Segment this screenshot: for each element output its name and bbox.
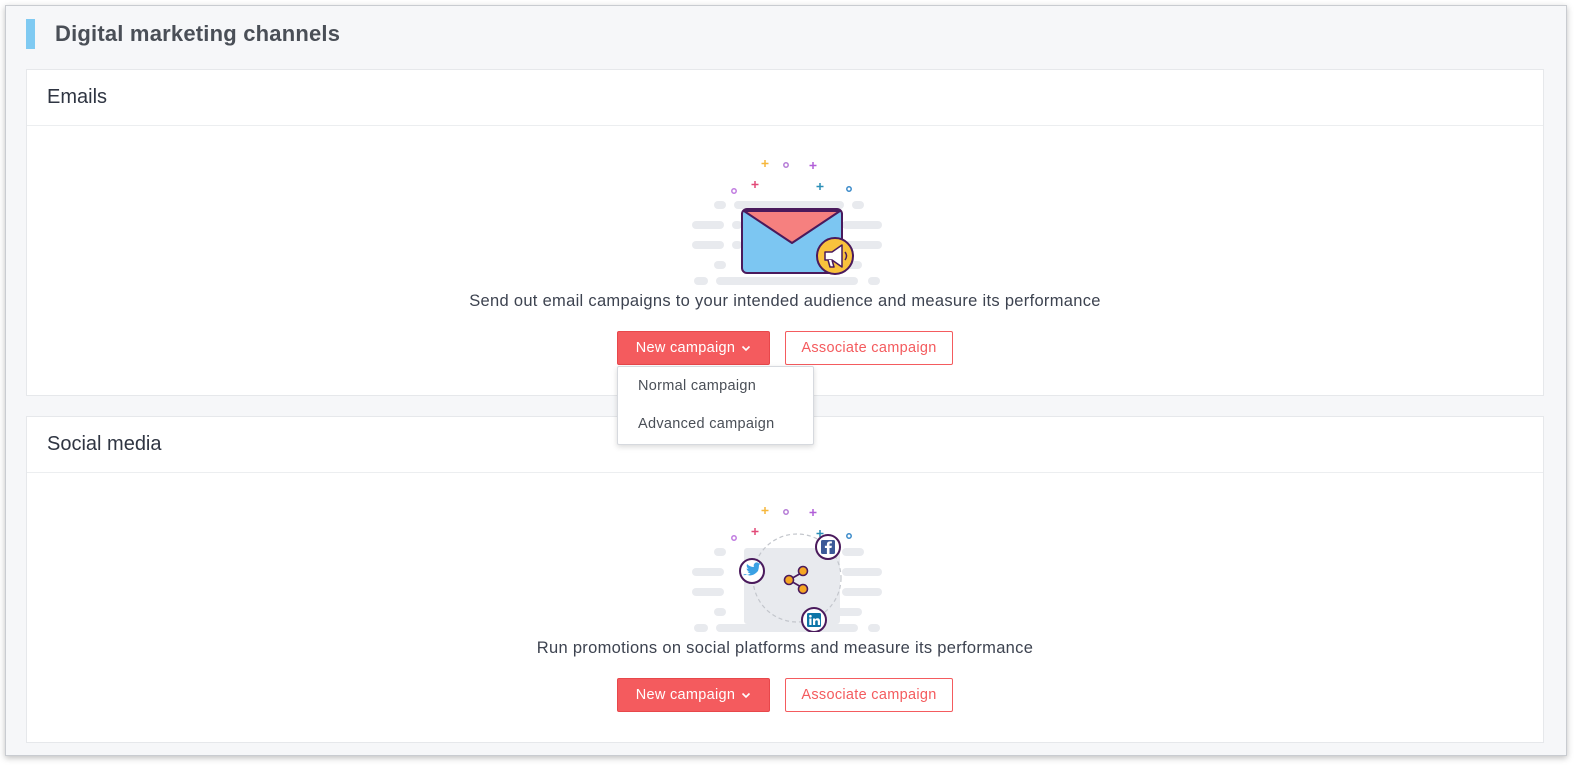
page-title: Digital marketing channels (55, 21, 341, 46)
social-associate-campaign-button[interactable]: Associate campaign (785, 678, 953, 712)
emails-new-campaign-button[interactable]: New campaign (617, 331, 770, 365)
new-campaign-dropdown-menu: Normal campaign Advanced campaign (617, 366, 814, 445)
chevron-down-icon (742, 345, 751, 352)
social-media-card: Social media Run promotions on social pl… (26, 416, 1544, 743)
social-new-campaign-label: New campaign (635, 687, 736, 703)
social-new-campaign-button[interactable]: New campaign (617, 678, 770, 712)
emails-associate-campaign-button[interactable]: Associate campaign (785, 331, 953, 365)
social-actions: New campaign Associate campaign (617, 678, 953, 712)
emails-new-campaign-label: New campaign (635, 340, 736, 356)
email-megaphone-illustration-icon (692, 160, 882, 285)
social-description: Run promotions on social platforms and m… (536, 639, 1034, 657)
emails-card-title: Emails (47, 86, 108, 108)
emails-card: Emails Send out email campaigns to your … (26, 69, 1544, 396)
page-header: Digital marketing channels (26, 19, 340, 49)
emails-actions: New campaign Associate campaign (617, 331, 953, 365)
title-accent-bar (26, 19, 35, 49)
chevron-down-icon (742, 692, 751, 699)
app-frame: Digital marketing channels Emails Send o… (5, 5, 1567, 756)
social-card-title: Social media (47, 433, 162, 455)
emails-description: Send out email campaigns to your intende… (469, 292, 1101, 310)
emails-card-header: Emails (27, 70, 1543, 126)
dropdown-item-normal-campaign[interactable]: Normal campaign (618, 367, 813, 405)
social-share-illustration-icon (692, 507, 882, 632)
dropdown-item-advanced-campaign[interactable]: Advanced campaign (618, 405, 813, 443)
